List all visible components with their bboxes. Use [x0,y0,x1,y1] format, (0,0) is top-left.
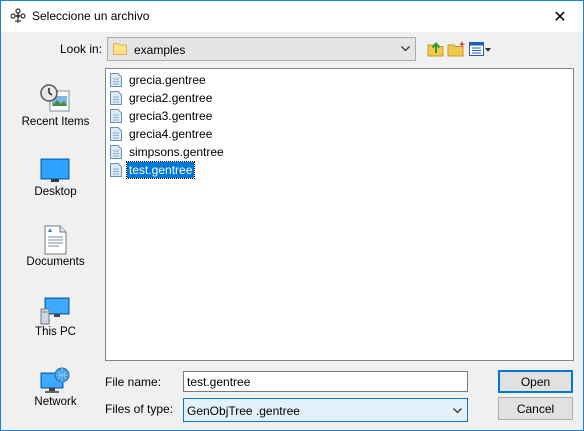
file-icon [110,127,122,141]
place-network[interactable]: Network [14,365,97,431]
file-name: grecia2.gentree [129,91,213,105]
new-folder-icon[interactable] [447,39,467,59]
file-name: simpsons.gentree [129,145,224,159]
place-documents[interactable]: Documents [14,224,97,290]
place-label: This PC [35,326,76,338]
list-item[interactable]: grecia2.gentree [110,90,214,106]
file-type-value: GenObjTree .gentree [187,404,300,418]
look-in-label: Look in: [60,42,103,56]
places-bar: Recent Items Desktop Documents This PC N… [14,69,97,424]
cancel-button[interactable]: Cancel [498,397,573,420]
place-label: Recent Items [21,116,90,128]
file-chooser-dialog: Seleccione un archivo ✕ Look in: example… [0,0,584,431]
this-pc-icon [40,297,70,325]
file-icon [110,109,122,123]
file-name: grecia4.gentree [129,127,213,141]
list-item[interactable]: grecia3.gentree [110,108,214,124]
file-name: grecia3.gentree [129,109,213,123]
desktop-icon [40,158,70,182]
file-icon [110,163,122,177]
recent-items-icon [40,84,70,112]
network-icon [40,367,70,393]
list-item[interactable]: grecia4.gentree [110,126,214,142]
place-label: Desktop [34,186,77,198]
dialog-title: Seleccione un archivo [32,9,150,23]
file-icon [110,91,122,105]
up-folder-icon[interactable] [426,39,446,59]
open-button[interactable]: Open [498,370,573,393]
list-item[interactable]: grecia.gentree [110,72,208,88]
file-type-label: Files of type: [105,402,174,416]
title-bar[interactable]: Seleccione un archivo ✕ [1,1,583,32]
folder-icon [113,43,127,55]
close-button[interactable]: ✕ [537,1,583,32]
list-item[interactable]: simpsons.gentree [110,144,226,160]
place-this-pc[interactable]: This PC [14,295,97,361]
list-item-selected[interactable]: test.gentree [110,161,196,179]
close-icon: ✕ [553,8,567,26]
place-label: Network [34,396,77,408]
place-recent-items[interactable]: Recent Items [14,83,97,149]
file-name: test.gentree [125,161,196,179]
file-list[interactable]: grecia.gentree grecia2.gentree grecia3.g… [105,68,574,361]
file-icon [110,145,122,159]
place-desktop[interactable]: Desktop [14,155,97,221]
view-menu-icon[interactable] [468,39,492,59]
file-name: grecia.gentree [129,73,206,87]
documents-icon [44,225,67,255]
file-name-field[interactable] [183,371,468,392]
chevron-down-icon [401,46,410,52]
file-name-label: File name: [105,375,162,389]
place-label: Documents [26,256,85,268]
file-icon [110,73,122,87]
look-in-dropdown[interactable]: examples [107,37,416,61]
tree-app-icon [10,8,26,23]
look-in-value: examples [134,43,186,57]
file-type-dropdown[interactable]: GenObjTree .gentree [183,398,468,422]
chevron-down-icon [453,408,462,414]
